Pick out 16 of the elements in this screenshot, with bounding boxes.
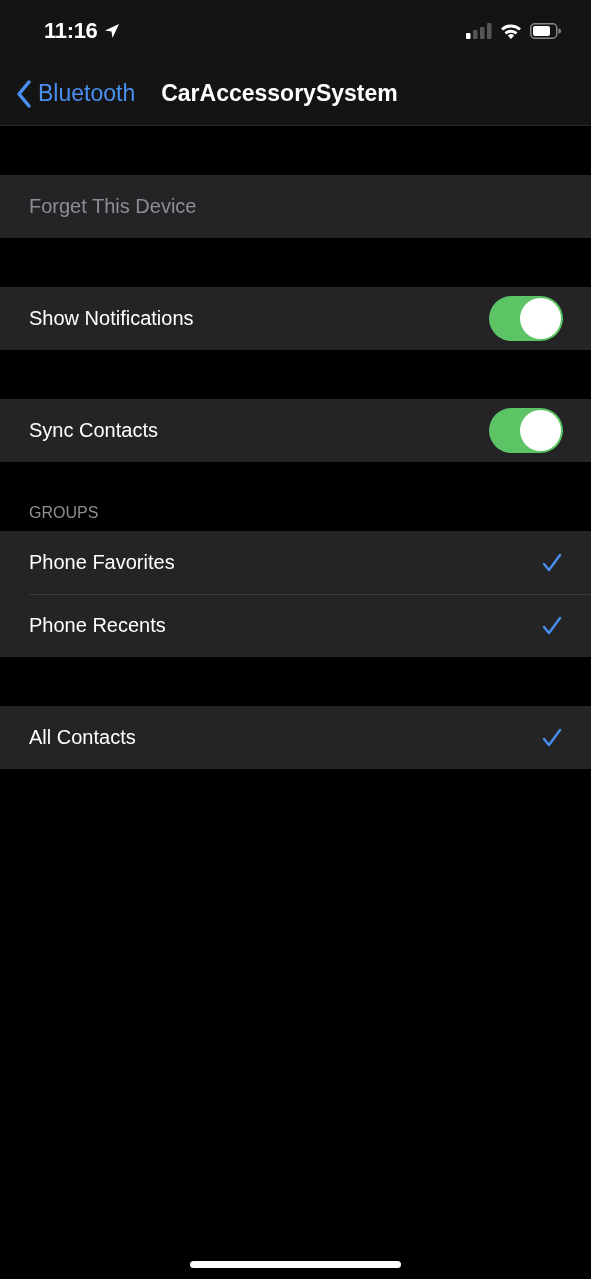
group-option[interactable]: All Contacts (0, 706, 591, 769)
back-chevron-icon (16, 79, 32, 108)
battery-icon (530, 23, 561, 39)
group-option[interactable]: Phone Recents (0, 594, 591, 657)
status-time: 11:16 (44, 18, 98, 44)
row-label: Sync Contacts (29, 419, 158, 441)
toggle-switch[interactable] (489, 296, 563, 341)
nav-title: CarAccessorySystem (161, 80, 398, 107)
back-button[interactable]: Bluetooth (16, 79, 136, 108)
location-arrow-icon (103, 23, 120, 39)
toggle-switch[interactable] (489, 408, 563, 453)
row-label: Show Notifications (29, 307, 194, 329)
signal-icon (466, 23, 492, 39)
section-header: GROUPS (29, 504, 99, 522)
wifi-icon (500, 23, 522, 39)
group-option[interactable]: Phone Favorites (0, 531, 591, 594)
